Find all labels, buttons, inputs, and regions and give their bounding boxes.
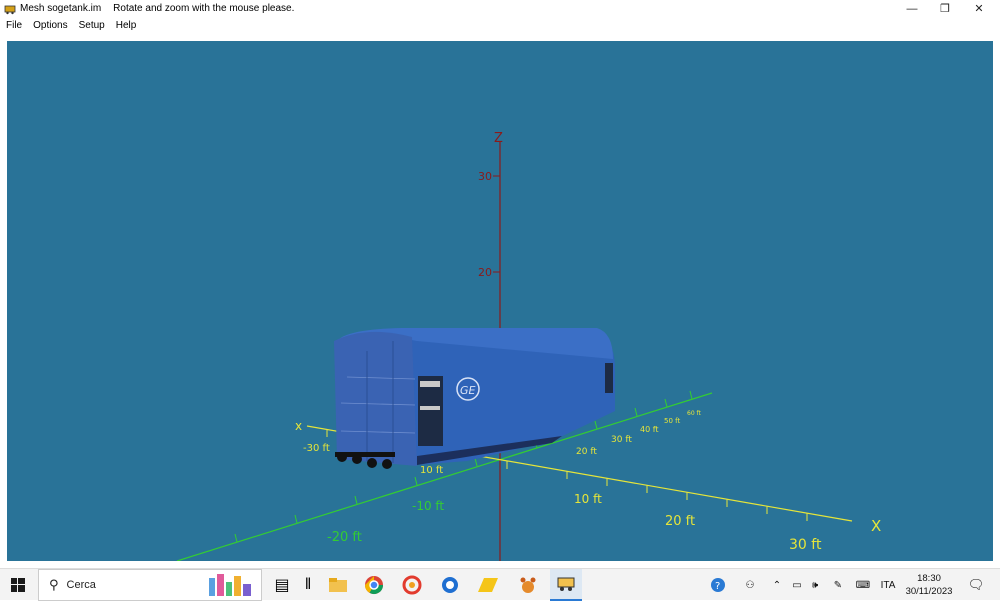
search-box[interactable]: ⚲ Cerca (38, 569, 262, 601)
x-tick-neg30: -30 ft (303, 443, 330, 454)
y-tick-50: 50 ft (664, 417, 680, 425)
x-axis-label: X (871, 517, 881, 535)
y-tick-60: 60 ft (687, 410, 702, 417)
x-tick-10b: 10 ft (574, 492, 602, 506)
x-small-label: x (295, 419, 302, 433)
3d-viewport[interactable]: Z 30 20 -20 ft -10 ft 20 ft 30 ft 40 ft … (7, 41, 993, 561)
clock-time: 18:30 (917, 573, 941, 584)
z-tick-30: 30 (478, 170, 492, 183)
x-tick-20: 20 ft (665, 514, 695, 529)
y-tick-20: 20 ft (576, 447, 597, 457)
taskbar: ⚲ Cerca ▤ ‖ ? ⚇ ⌃ ▭ 🕪 ✎ ⌨ ITA 18:30 30/1… (0, 568, 1000, 601)
menu-options[interactable]: Options (27, 20, 72, 31)
ge-logo-text: GE (460, 384, 476, 397)
window-hint: Rotate and zoom with the mouse please. (113, 3, 295, 14)
menu-setup[interactable]: Setup (73, 20, 110, 31)
menu-help[interactable]: Help (110, 20, 142, 31)
chevron-up-icon[interactable]: ⌃ (768, 569, 786, 601)
app-icon (4, 5, 16, 14)
restore-button[interactable]: ❐ (928, 0, 962, 17)
volume-icon[interactable]: 🕪 (806, 569, 824, 601)
language-indicator[interactable]: ITA (876, 569, 900, 601)
y-tick-neg20: -20 ft (327, 530, 362, 545)
minimize-button[interactable]: — (895, 0, 929, 17)
people-icon[interactable]: ⚇ (738, 569, 762, 601)
clock-date: 30/11/2023 (905, 586, 953, 597)
z-tick-20: 20 (478, 266, 492, 279)
app-yellow-icon[interactable] (472, 569, 504, 601)
wagon-model[interactable]: GE (334, 328, 615, 469)
notifications-icon[interactable]: 🗨 (964, 569, 988, 601)
keyboard-icon[interactable]: ⌨ (852, 569, 874, 601)
windows-icon (11, 578, 25, 592)
scene-canvas[interactable]: Z 30 20 -20 ft -10 ft 20 ft 30 ft 40 ft … (7, 41, 993, 561)
y-tick-neg10: -10 ft (412, 499, 444, 513)
y-tick-40: 40 ft (640, 425, 659, 434)
search-icon: ⚲ (49, 577, 59, 592)
x-tick-30: 30 ft (789, 537, 822, 553)
start-button[interactable] (0, 569, 36, 601)
window-title: Mesh sogetank.im (20, 3, 102, 14)
chrome-icon[interactable] (358, 569, 390, 601)
search-highlight-icon (209, 574, 251, 596)
pen-icon[interactable]: ✎ (828, 569, 848, 601)
network-icon[interactable]: ▭ (788, 569, 806, 601)
app-blue-icon[interactable] (434, 569, 466, 601)
y-tick-30: 30 ft (611, 435, 632, 445)
title-bar: Mesh sogetank.im Rotate and zoom with th… (0, 0, 1000, 17)
menu-file[interactable]: File (0, 20, 27, 31)
x-tick-10a: 10 ft (420, 465, 443, 476)
app-paw-icon[interactable] (512, 569, 544, 601)
file-explorer-icon[interactable] (322, 569, 354, 601)
z-axis-label: Z (494, 131, 503, 146)
mesh-viewer-task-icon[interactable] (550, 569, 582, 601)
search-placeholder: Cerca (66, 579, 96, 591)
app-red-icon[interactable] (396, 569, 428, 601)
widgets-icon[interactable]: ‖ (292, 569, 324, 601)
svg-text:?: ? (715, 581, 720, 592)
help-tray-icon[interactable]: ? (706, 569, 730, 601)
clock[interactable]: 18:30 30/11/2023 (900, 572, 958, 598)
menu-bar: File Options Setup Help (0, 17, 1000, 34)
close-button[interactable]: ✕ (962, 0, 996, 17)
